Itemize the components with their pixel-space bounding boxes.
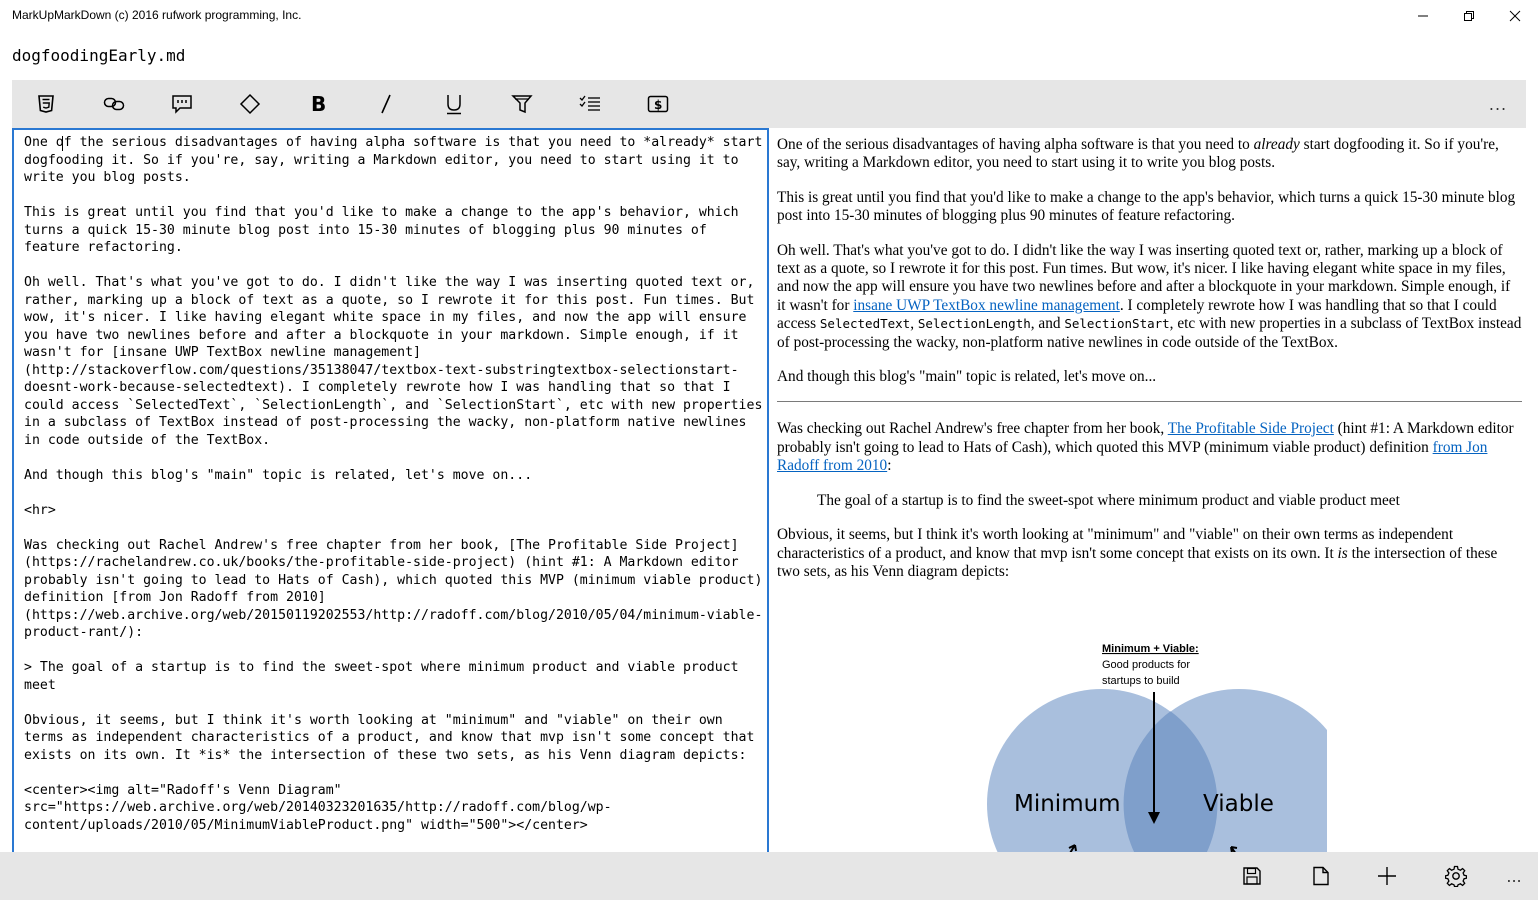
comment-button[interactable] xyxy=(152,80,212,128)
new-file-icon xyxy=(1313,866,1329,886)
italic-button[interactable] xyxy=(356,80,416,128)
settings-button[interactable] xyxy=(1432,852,1480,900)
underline-icon xyxy=(447,95,461,115)
highlight-button[interactable] xyxy=(492,80,552,128)
editor-text[interactable]: One of the serious disadvantages of havi… xyxy=(24,134,764,834)
bold-icon: B xyxy=(311,94,326,114)
link-button[interactable] xyxy=(84,80,144,128)
restore-icon xyxy=(1464,11,1474,21)
checklist-button[interactable] xyxy=(560,80,620,128)
restore-button[interactable] xyxy=(1446,0,1492,32)
close-button[interactable] xyxy=(1492,0,1538,32)
bottombar-more-button[interactable]: ... xyxy=(1497,852,1531,900)
checklist-icon xyxy=(579,95,600,111)
preview-paragraph-5: Was checking out Rachel Andrew's free ch… xyxy=(777,420,1514,475)
app-title: MarkUpMarkDown (c) 2016 rufwork programm… xyxy=(12,8,302,22)
link-icon xyxy=(103,97,125,111)
svg-text:$: $ xyxy=(654,98,662,112)
save-icon xyxy=(1243,867,1261,885)
formatting-toolbar: B $ ... xyxy=(12,80,1526,128)
settings-icon xyxy=(1445,865,1467,887)
preview-divider xyxy=(777,401,1522,403)
html5-icon xyxy=(38,95,54,113)
bottom-app-bar: ... xyxy=(0,852,1538,900)
add-icon xyxy=(1378,867,1396,885)
preview-blockquote: The goal of a startup is to find the swe… xyxy=(817,491,1400,509)
diamond-button[interactable] xyxy=(220,80,280,128)
new-file-button[interactable] xyxy=(1297,852,1345,900)
title-bar: MarkUpMarkDown (c) 2016 rufwork programm… xyxy=(0,0,1538,32)
underline-button[interactable] xyxy=(424,80,484,128)
comment-icon xyxy=(172,95,192,114)
add-button[interactable] xyxy=(1363,852,1411,900)
venn-label-viable: Viable xyxy=(1203,791,1274,817)
dollar-icon: $ xyxy=(647,95,669,113)
html5-button[interactable] xyxy=(16,80,76,128)
diamond-icon xyxy=(239,93,261,115)
preview-link-uwp-newline[interactable]: insane UWP TextBox newline management xyxy=(853,297,1120,314)
preview-paragraph-2: This is great until you find that you'd … xyxy=(777,188,1516,225)
venn-caption-line-1: Good products for xyxy=(1102,659,1190,671)
save-button[interactable] xyxy=(1228,852,1276,900)
minimize-button[interactable] xyxy=(1400,0,1446,32)
preview-paragraph-4: And though this blog's "main" topic is r… xyxy=(777,368,1157,386)
highlight-icon xyxy=(511,95,533,114)
minimize-icon xyxy=(1418,15,1428,17)
preview-paragraph-6: Obvious, it seems, but I think it's wort… xyxy=(777,526,1498,580)
markdown-editor[interactable]: One of the serious disadvantages of havi… xyxy=(12,128,769,852)
close-icon xyxy=(1509,10,1521,22)
html-preview: One of the serious disadvantages of havi… xyxy=(777,128,1522,852)
svg-text:B: B xyxy=(311,94,326,114)
text-caret xyxy=(62,136,63,151)
preview-paragraph-3: Oh well. That's what you've got to do. I… xyxy=(777,241,1522,351)
preview-link-profitable-side-project[interactable]: The Profitable Side Project xyxy=(1168,420,1334,437)
italic-icon xyxy=(381,94,391,114)
file-name: dogfoodingEarly.md xyxy=(12,46,186,65)
venn-diagram-image: Minimum + Viable: Good products for star… xyxy=(987,643,1327,852)
bold-button[interactable]: B xyxy=(288,80,348,128)
venn-label-minimum: Minimum xyxy=(1014,791,1121,817)
preview-paragraph-1: One of the serious disadvantages of havi… xyxy=(777,136,1499,172)
venn-caption-line-2: startups to build xyxy=(1102,675,1180,687)
dollar-button[interactable]: $ xyxy=(628,80,688,128)
toolbar-more-button[interactable]: ... xyxy=(1478,80,1518,128)
venn-heading: Minimum + Viable: xyxy=(1102,643,1199,655)
